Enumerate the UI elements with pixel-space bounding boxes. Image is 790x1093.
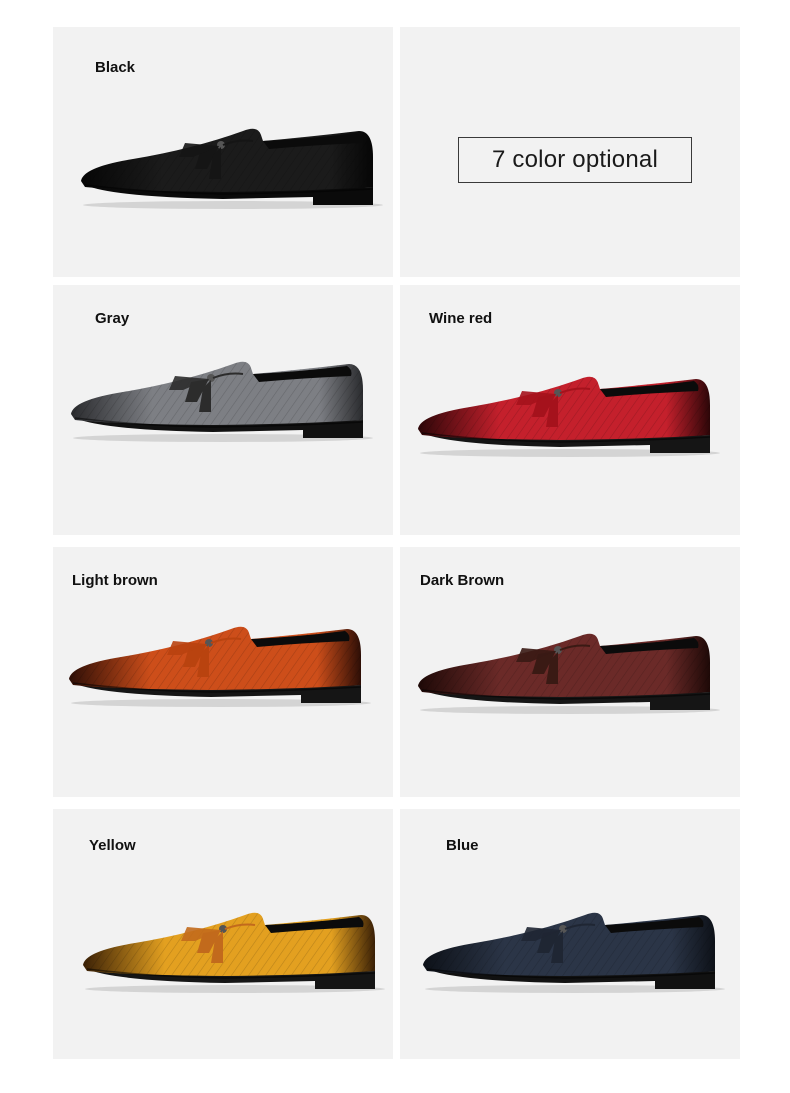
light-brown-loafer-shoe-icon xyxy=(69,626,371,707)
color-options-card: 7 color optional xyxy=(400,27,740,277)
color-label: Light brown xyxy=(72,572,158,589)
wine-red-loafer-shoe-icon xyxy=(418,376,720,457)
banner-text: 7 color optional xyxy=(492,146,658,173)
product-color-gallery: Black 7 color optional Gray Wine red Lig… xyxy=(0,0,790,1093)
color-label: Black xyxy=(95,59,136,76)
dark-brown-loafer-shoe-icon xyxy=(418,633,720,714)
color-options-banner: 7 color optional xyxy=(458,137,692,183)
color-card-black[interactable]: Black xyxy=(53,27,393,277)
color-card-wine-red[interactable]: Wine red xyxy=(400,285,740,535)
color-card-yellow[interactable]: Yellow xyxy=(53,809,393,1059)
color-card-light-brown[interactable]: Light brown xyxy=(53,547,393,797)
blue-loafer-shoe-icon xyxy=(423,912,725,993)
color-label: Wine red xyxy=(429,310,493,327)
color-label: Blue xyxy=(446,837,479,854)
yellow-loafer-shoe-icon xyxy=(83,912,385,993)
color-card-blue[interactable]: Blue xyxy=(400,809,740,1059)
color-card-dark-brown[interactable]: Dark Brown xyxy=(400,547,740,797)
color-label: Gray xyxy=(95,310,130,327)
color-label: Dark Brown xyxy=(420,572,505,589)
color-label: Yellow xyxy=(89,837,136,854)
black-loafer-shoe-icon xyxy=(81,128,383,209)
color-card-gray[interactable]: Gray xyxy=(53,285,393,535)
gray-loafer-shoe-icon xyxy=(71,361,373,442)
